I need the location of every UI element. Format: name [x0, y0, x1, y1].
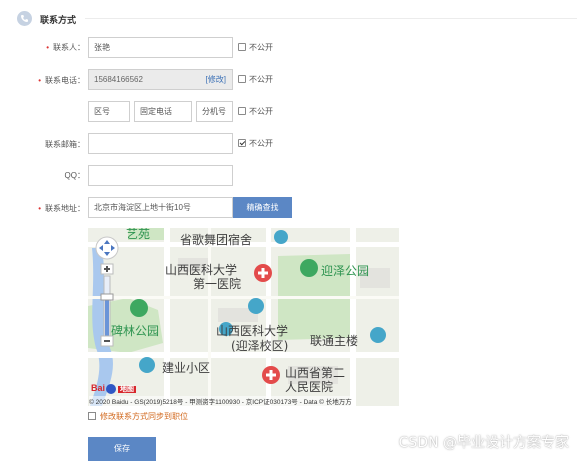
map-label: 第一医院 — [193, 277, 242, 291]
extension-input[interactable]: 分机号 — [196, 101, 233, 122]
map-label: 碑林公园 — [111, 324, 160, 338]
map-label: (迎泽校区) — [231, 339, 289, 353]
map-label: 人民医院 — [285, 380, 334, 394]
section-header: 联系方式 — [0, 8, 583, 28]
map-label: 迎泽公园 — [321, 264, 370, 278]
required-mark: • — [46, 43, 49, 52]
map-label: 联通主楼 — [310, 334, 359, 348]
checkbox-box[interactable] — [88, 411, 96, 420]
phone-label: • 联系电话： — [38, 76, 85, 85]
section-title: 联系方式 — [40, 15, 77, 25]
checkbox-box[interactable] — [238, 106, 246, 115]
checkbox-box[interactable] — [238, 42, 246, 51]
phone-input: 15684166562 [修改] — [88, 69, 233, 90]
phone-private-checkbox[interactable]: 不公开 — [238, 74, 273, 86]
checkbox-box-checked[interactable] — [238, 138, 246, 147]
save-button[interactable]: 保存 — [88, 437, 156, 461]
contact-input[interactable]: 张艳 — [88, 37, 233, 58]
watermark: CSDN @毕业设计方案专家 — [398, 435, 569, 451]
phone-value: 15684166562 — [94, 75, 143, 84]
address-input[interactable]: 北京市海淀区上地十街10号 — [88, 197, 233, 218]
email-label: 联系邮箱： — [45, 140, 85, 149]
landline-private-checkbox[interactable]: 不公开 — [238, 106, 273, 118]
landline-input[interactable]: 固定电话 — [134, 101, 192, 122]
required-mark: • — [38, 204, 41, 213]
map-label: 艺苑 — [126, 228, 151, 241]
required-mark: • — [38, 76, 41, 85]
paw-icon — [106, 383, 117, 394]
precise-search-button[interactable]: 精确查找 — [233, 197, 292, 218]
map-view[interactable]: 艺苑 省歌舞团宿舍 山西医科大学 第一医院 迎泽公园 碑林公园 山西医科大学 (… — [88, 228, 399, 406]
email-private-checkbox[interactable]: 不公开 — [238, 138, 273, 150]
qq-label: QQ： — [64, 171, 85, 180]
checkbox-box[interactable] — [238, 74, 246, 83]
map-label: 省歌舞团宿舍 — [180, 233, 253, 247]
map-background — [88, 228, 399, 406]
qq-input[interactable] — [88, 165, 233, 186]
area-code-input[interactable]: 区号 — [88, 101, 130, 122]
baidu-logo: Bai 地图 — [91, 383, 137, 394]
sync-to-job-checkbox[interactable]: 修改联系方式同步到职位 — [88, 411, 188, 422]
modify-phone-link[interactable]: [修改] — [206, 70, 226, 89]
email-input[interactable] — [88, 133, 233, 154]
contact-label: • 联系人： — [46, 43, 85, 52]
section-divider — [85, 18, 577, 19]
phone-icon — [17, 11, 32, 26]
contact-private-checkbox[interactable]: 不公开 — [238, 42, 273, 54]
map-label: 建业小区 — [162, 361, 211, 375]
map-copyright: © 2020 Baidu - GS(2019)5218号 - 甲测资字11009… — [89, 396, 352, 406]
address-label: • 联系地址： — [38, 204, 85, 213]
